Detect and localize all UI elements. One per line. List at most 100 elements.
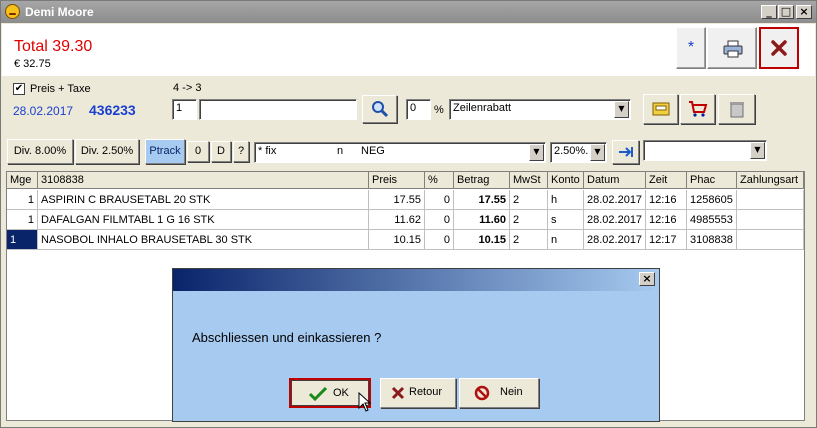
cell-konto: n [548,230,584,250]
cell-percent: 0 [425,190,454,210]
confirm-dialog: × Abschliessen und einkassieren ? OK Ret… [172,268,660,422]
col-header-konto[interactable]: Konto [548,172,584,189]
vat-select[interactable]: 2.50%. ▼ [550,142,607,163]
cell-zeit: 12:16 [646,190,687,210]
cell-konto: s [548,210,584,230]
col-header-datum[interactable]: Datum [584,172,646,189]
ok-label: OK [333,387,349,399]
col-header-mge[interactable]: Mge [7,172,38,189]
chevron-down-icon: ▼ [590,144,605,161]
retour-label: Retour [409,386,443,398]
search-icon [372,101,389,118]
col-header-phac[interactable]: Phac [687,172,737,189]
cell-preis: 10.15 [369,230,425,250]
percent-input[interactable]: 0 [406,99,431,120]
dialog-title-bar: × [173,269,659,291]
star-button[interactable]: * [676,27,706,69]
cell-article: DAFALGAN FILMTABL 1 G 16 STK [38,210,369,230]
cell-datum: 28.02.2017 [584,230,646,250]
close-window-button[interactable]: × [796,5,812,19]
fix-select[interactable]: * fix n NEG ▼ [254,142,546,163]
col-header-mwst[interactable]: MwSt [510,172,548,189]
table-row[interactable]: 1 DAFALGAN FILMTABL 1 G 16 STK 11.62 0 1… [7,210,804,230]
cell-mge: 1 [7,230,38,250]
cell-mwst: 2 [510,190,548,210]
cell-konto: h [548,190,584,210]
cancel-button[interactable] [759,27,799,69]
checkmark-icon [309,387,327,401]
print-button[interactable] [707,27,757,69]
x-icon [771,40,787,56]
cell-article: NASOBOL INHALO BRAUSETABL 30 STK [38,230,369,250]
discount-type-select[interactable]: Zeilenrabatt ▼ [449,99,631,120]
cash-register-icon [652,102,670,116]
cell-betrag: 11.60 [454,210,510,230]
cell-article: ASPIRIN C BRAUSETABL 20 STK [38,190,369,210]
discount-type-value: Zeilenrabatt [453,102,512,114]
window-title: Demi Moore [25,5,94,19]
table-row[interactable]: 1 NASOBOL INHALO BRAUSETABL 30 STK 10.15… [7,230,804,250]
d-button[interactable]: D [211,141,231,162]
fix-n-value: n [337,145,344,157]
col-header-zahlungsart[interactable]: Zahlungsart [737,172,804,189]
cart-button[interactable] [680,94,715,124]
div-8-button[interactable]: Div. 8.00% [7,139,73,164]
help-button[interactable]: ? [233,141,249,162]
cell-betrag: 10.15 [454,230,510,250]
zero-button[interactable]: 0 [187,141,209,162]
chevron-down-icon: ▼ [529,144,544,161]
col-header-percent[interactable]: % [425,172,454,189]
cell-zahlungsart [737,210,804,230]
cell-betrag: 17.55 [454,190,510,210]
nein-label: Nein [500,386,523,398]
no-entry-icon [474,385,490,401]
cell-datum: 28.02.2017 [584,190,646,210]
div-2-5-button[interactable]: Div. 2.50% [75,139,139,164]
preis-taxe-checkbox[interactable]: ✔ [13,83,25,95]
cell-percent: 0 [425,230,454,250]
cell-zeit: 12:17 [646,230,687,250]
dialog-close-button[interactable]: × [639,272,655,286]
vat-value: 2.50%. [554,145,589,157]
cell-mge: 1 [7,210,38,230]
total-amount: Total 39.30 [14,38,93,55]
title-bar: Demi Moore _ □ × [1,1,816,23]
ptrack-button[interactable]: Ptrack [145,139,185,164]
cell-phac: 4985553 [687,210,737,230]
cell-zahlungsart [737,230,804,250]
minimize-button[interactable]: _ [761,5,777,19]
fix-neg-value: NEG [361,145,385,157]
article-input[interactable] [199,99,357,120]
arrow-to-right-icon [619,147,633,157]
cell-preis: 17.55 [369,190,425,210]
cell-phac: 1258605 [687,190,737,210]
col-header-betrag[interactable]: Betrag [454,172,510,189]
register-button[interactable] [643,94,678,124]
col-header-zeit[interactable]: Zeit [646,172,687,189]
search-button[interactable] [362,95,397,123]
cell-datum: 28.02.2017 [584,210,646,230]
cell-mwst: 2 [510,230,548,250]
cell-mge: 1 [7,190,38,210]
trash-icon [730,102,744,118]
shopping-cart-icon [689,101,708,117]
nein-button[interactable]: Nein [459,378,539,408]
cell-percent: 0 [425,210,454,230]
cell-zeit: 12:16 [646,210,687,230]
col-header-preis[interactable]: Preis [369,172,425,189]
delete-button[interactable] [718,94,755,124]
retour-button[interactable]: Retour [380,378,456,408]
customer-code: 436233 [89,102,136,118]
col-header-article[interactable]: 3108838 [38,172,369,189]
table-row[interactable]: 1 ASPIRIN C BRAUSETABL 20 STK 17.55 0 17… [7,190,804,210]
tab-forward-button[interactable] [612,140,639,164]
dialog-message: Abschliessen und einkassieren ? [192,330,382,345]
arrow-indicator: 4 -> 3 [173,82,202,94]
mouse-cursor-icon [358,392,372,412]
chevron-down-icon: ▼ [750,142,765,159]
extra-select[interactable]: ▼ [643,140,767,161]
main-window: Demi Moore _ □ × Total 39.30 € 32.75 * ✔… [0,0,817,428]
quantity-input[interactable]: 1 [172,99,197,120]
cell-preis: 11.62 [369,210,425,230]
maximize-button[interactable]: □ [778,5,794,19]
